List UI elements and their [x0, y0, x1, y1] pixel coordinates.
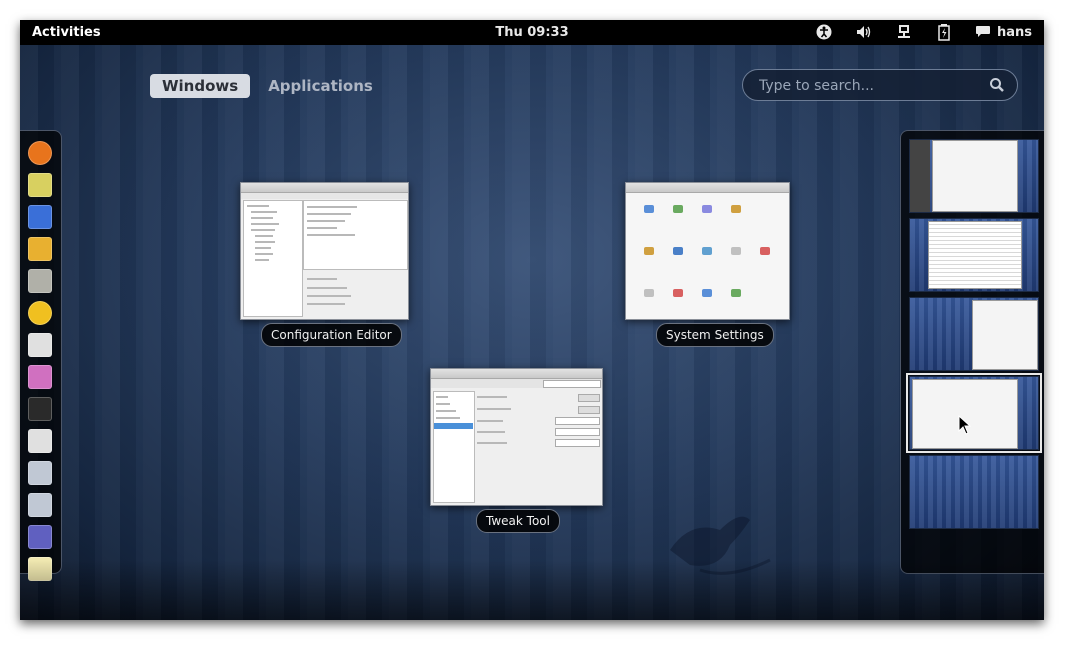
- text-editor-icon[interactable]: [28, 365, 52, 389]
- search-input[interactable]: [757, 76, 981, 96]
- printer-icon[interactable]: [28, 269, 52, 293]
- monitor-icon[interactable]: [28, 525, 52, 549]
- workspace-thumbnail[interactable]: [909, 455, 1039, 529]
- workspace-thumbnail[interactable]: [909, 297, 1039, 371]
- notes-icon[interactable]: [28, 557, 52, 581]
- user-name: hans: [996, 24, 1032, 40]
- wallpaper-bird-icon: [670, 516, 771, 575]
- activities-button[interactable]: Activities: [32, 25, 101, 40]
- workspace-thumbnail[interactable]: [909, 218, 1039, 292]
- window-tweak-tool[interactable]: [430, 368, 603, 506]
- tools-icon[interactable]: [28, 493, 52, 517]
- window-configuration-editor[interactable]: [240, 182, 409, 320]
- mouse-pointer-icon: [958, 415, 972, 435]
- tab-windows[interactable]: Windows: [150, 74, 251, 98]
- tab-applications[interactable]: Applications: [256, 74, 385, 98]
- cd-burner-icon[interactable]: [28, 301, 52, 325]
- remote-desktop-icon[interactable]: [28, 205, 52, 229]
- search-box: [742, 69, 1018, 101]
- usb-device-icon[interactable]: [28, 429, 52, 453]
- terminal-icon[interactable]: [28, 397, 52, 421]
- workspace-switcher: [900, 130, 1044, 574]
- chat-bubble-icon: [975, 26, 990, 37]
- accessibility-icon[interactable]: [815, 23, 833, 41]
- workspace-thumbnail-active[interactable]: [906, 373, 1042, 453]
- workspace-thumbnail[interactable]: [909, 139, 1039, 213]
- network-icon[interactable]: [895, 23, 913, 41]
- dash: [20, 130, 62, 581]
- archive-manager-icon[interactable]: [28, 173, 52, 197]
- file-manager-icon[interactable]: [28, 237, 52, 261]
- window-label-tweak-tool[interactable]: Tweak Tool: [476, 509, 560, 533]
- desktop-overview: Activities Thu 09:33 hans Windows Applic…: [20, 20, 1044, 620]
- firefox-icon[interactable]: [28, 141, 52, 165]
- user-menu[interactable]: hans: [975, 25, 1032, 40]
- tools-icon[interactable]: [28, 461, 52, 485]
- system-tray: hans: [815, 23, 1032, 41]
- window-label-configuration-editor[interactable]: Configuration Editor: [261, 323, 402, 347]
- view-selector: Windows Applications: [150, 74, 385, 98]
- top-bar: Activities Thu 09:33 hans: [20, 20, 1044, 45]
- scanner-icon[interactable]: [28, 333, 52, 357]
- battery-icon[interactable]: [935, 23, 953, 41]
- volume-icon[interactable]: [855, 23, 873, 41]
- clock[interactable]: Thu 09:33: [495, 25, 568, 40]
- search-icon: [990, 78, 1004, 92]
- window-system-settings[interactable]: [625, 182, 790, 320]
- window-label-system-settings[interactable]: System Settings: [656, 323, 774, 347]
